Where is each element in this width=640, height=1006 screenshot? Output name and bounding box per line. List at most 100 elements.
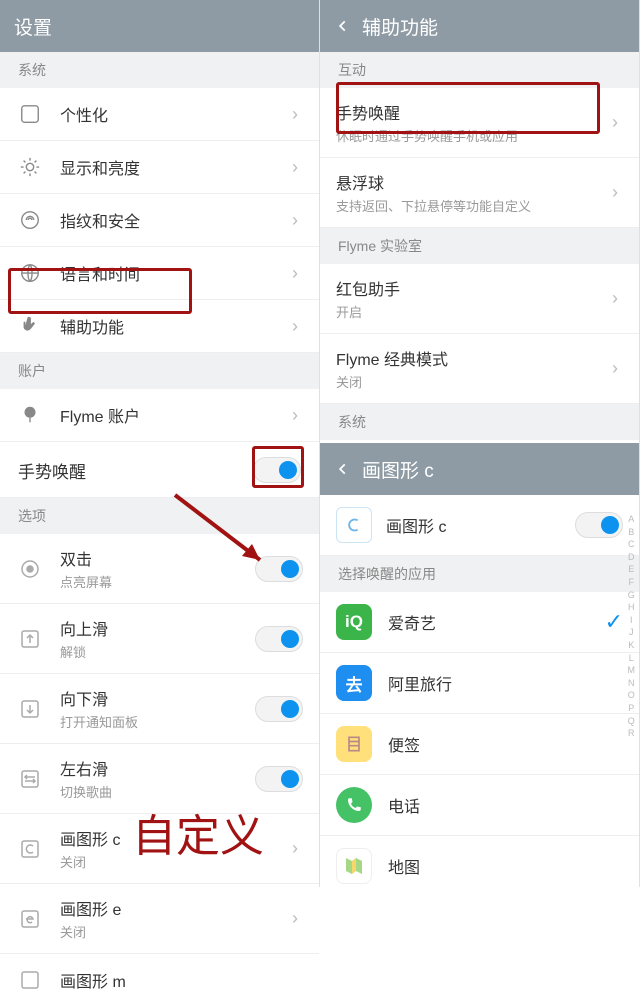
section-header-interaction: 互动	[320, 52, 639, 88]
row-swipe-up[interactable]: 向上滑解锁	[0, 604, 319, 674]
hand-icon	[16, 312, 44, 340]
toggle[interactable]	[255, 626, 303, 652]
label: 手势唤醒	[336, 100, 607, 124]
sublabel: 关闭	[60, 922, 287, 941]
label: 显示和亮度	[60, 155, 287, 179]
app-icon-maps	[336, 848, 372, 884]
feature-label: 画图形 c	[386, 513, 575, 537]
balloon-icon	[16, 401, 44, 429]
row-swipe-down[interactable]: 向下滑打开通知面板	[0, 674, 319, 744]
sublabel: 关闭	[336, 372, 607, 391]
app-row-phone[interactable]: 电话	[320, 775, 639, 836]
back-icon[interactable]	[334, 17, 352, 35]
panel-gesture-wake: 手势唤醒 选项 双击点亮屏幕 向上滑解锁 向下滑打开通知面板 左右滑切换歌曲 画…	[0, 443, 320, 887]
titlebar-accessibility: 辅助功能	[320, 0, 639, 52]
app-name: 爱奇艺	[388, 610, 605, 634]
back-icon[interactable]	[334, 460, 352, 478]
row-personalize[interactable]: 个性化 ›	[0, 88, 319, 141]
chevron-right-icon: ›	[287, 908, 303, 929]
chevron-right-icon: ›	[607, 182, 623, 203]
app-row-notes[interactable]: 便签	[320, 714, 639, 775]
row-flyme-account[interactable]: Flyme 账户 ›	[0, 389, 319, 442]
row-draw-c[interactable]: 画图形 c 关闭 ›	[0, 814, 319, 884]
row-floating-ball[interactable]: 悬浮球 支持返回、下拉悬停等功能自定义 ›	[320, 158, 639, 228]
feature-toggle[interactable]	[575, 512, 623, 538]
titlebar-draw-c: 画图形 c	[320, 443, 639, 495]
fingerprint-icon	[16, 206, 44, 234]
sublabel: 打开通知面板	[60, 712, 255, 731]
app-icon-notes	[336, 726, 372, 762]
chevron-right-icon: ›	[287, 157, 303, 178]
feature-row: 画图形 c	[320, 495, 639, 556]
alpha-index[interactable]: ABCDEFGHIJKLMNOPQR	[628, 513, 636, 740]
section-header-system: 系统	[0, 52, 319, 88]
title: 画图形 c	[362, 456, 434, 483]
app-name: 电话	[388, 793, 623, 817]
chevron-right-icon: ›	[607, 358, 623, 379]
label: 双击	[60, 546, 255, 570]
label: 向上滑	[60, 616, 255, 640]
label: 画图形 e	[60, 896, 287, 920]
row-fingerprint-security[interactable]: 指纹和安全 ›	[0, 194, 319, 247]
panel-settings: 设置 系统 个性化 › 显示和亮度 › 指纹和安全 › 语言和时间 › 辅助功能	[0, 0, 320, 443]
sublabel: 休眠时通过手势唤醒手机或应用	[336, 126, 607, 145]
toggle[interactable]	[255, 766, 303, 792]
draw-m-icon	[16, 966, 44, 994]
app-row-alitravel[interactable]: 去 阿里旅行	[320, 653, 639, 714]
draw-c-icon	[336, 507, 372, 543]
toggle[interactable]	[255, 556, 303, 582]
section-header-system2: 系统	[320, 404, 639, 440]
sublabel: 点亮屏幕	[60, 572, 255, 591]
section-header-flyme-lab: Flyme 实验室	[320, 228, 639, 264]
section-header-options: 选项	[0, 498, 319, 534]
row-gesture-wake[interactable]: 手势唤醒 休眠时通过手势唤醒手机或应用 ›	[320, 88, 639, 158]
chevron-right-icon: ›	[287, 263, 303, 284]
row-swipe-lr[interactable]: 左右滑切换歌曲	[0, 744, 319, 814]
label: 红包助手	[336, 276, 607, 300]
arrow-up-icon	[16, 625, 44, 653]
app-icon-alitravel: 去	[336, 665, 372, 701]
chevron-right-icon: ›	[287, 104, 303, 125]
master-toggle[interactable]	[253, 457, 301, 483]
row-accessibility[interactable]: 辅助功能 ›	[0, 300, 319, 353]
sublabel: 支持返回、下拉悬停等功能自定义	[336, 196, 607, 215]
label: Flyme 账户	[60, 403, 287, 427]
titlebar-settings: 设置	[0, 0, 319, 52]
row-language-time[interactable]: 语言和时间 ›	[0, 247, 319, 300]
check-icon: ✓	[605, 609, 623, 635]
section-header-account: 账户	[0, 353, 319, 389]
sublabel: 关闭	[60, 852, 287, 871]
title: 辅助功能	[362, 13, 438, 40]
row-display-brightness[interactable]: 显示和亮度 ›	[0, 141, 319, 194]
draw-c-icon	[16, 835, 44, 863]
label: 画图形 m	[60, 968, 303, 992]
app-icon-iqiyi: iQ	[336, 604, 372, 640]
label: Flyme 经典模式	[336, 346, 607, 370]
row-red-packet[interactable]: 红包助手 开启 ›	[320, 264, 639, 334]
label: 语言和时间	[60, 261, 287, 285]
row-draw-m[interactable]: 画图形 m	[0, 954, 319, 1006]
row-draw-e[interactable]: 画图形 e 关闭 ›	[0, 884, 319, 954]
app-name: 阿里旅行	[388, 671, 623, 695]
arrows-lr-icon	[16, 765, 44, 793]
row-flyme-classic[interactable]: Flyme 经典模式 关闭 ›	[320, 334, 639, 404]
arrow-down-icon	[16, 695, 44, 723]
panel-draw-c: 画图形 c 画图形 c 选择唤醒的应用 iQ 爱奇艺 ✓ 去 阿里旅行 便签 电…	[320, 443, 640, 887]
sublabel: 解锁	[60, 642, 255, 661]
panel-accessibility: 辅助功能 互动 手势唤醒 休眠时通过手势唤醒手机或应用 › 悬浮球 支持返回、下…	[320, 0, 640, 443]
toggle[interactable]	[255, 696, 303, 722]
title: 设置	[14, 13, 52, 40]
label: 画图形 c	[60, 826, 287, 850]
brightness-icon	[16, 153, 44, 181]
draw-e-icon	[16, 905, 44, 933]
section-header-select-app: 选择唤醒的应用	[320, 556, 639, 592]
title: 手势唤醒	[18, 458, 86, 483]
chevron-right-icon: ›	[607, 288, 623, 309]
label: 辅助功能	[60, 314, 287, 338]
app-row-iqiyi[interactable]: iQ 爱奇艺 ✓	[320, 592, 639, 653]
chevron-right-icon: ›	[287, 838, 303, 859]
app-row-maps[interactable]: 地图	[320, 836, 639, 896]
globe-icon	[16, 259, 44, 287]
personalize-icon	[16, 100, 44, 128]
row-double-tap[interactable]: 双击点亮屏幕	[0, 534, 319, 604]
